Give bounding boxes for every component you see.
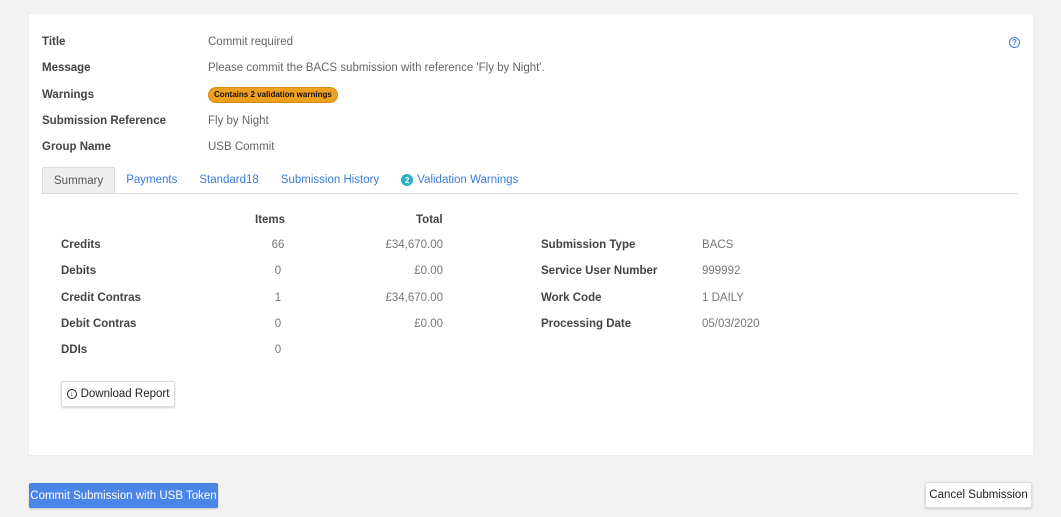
- submission-reference-value: Fly by Night: [208, 115, 269, 127]
- detail-row-message: Message Please commit the BACS submissio…: [42, 60, 545, 76]
- tab-validation-warnings-label: Validation Warnings: [417, 174, 519, 186]
- commit-submission-usb-button[interactable]: Commit Submission with USB Token: [29, 483, 218, 508]
- validation-warnings-count-badge: 2: [401, 174, 414, 186]
- tab-validation-warnings[interactable]: 2 Validation Warnings: [390, 167, 529, 193]
- group-name-value: USB Commit: [208, 141, 275, 153]
- credits-items: 66: [271, 239, 285, 251]
- title-value: Commit required: [208, 36, 293, 48]
- processing-date-label: Processing Date: [541, 318, 632, 330]
- submission-type-value: BACS: [702, 239, 734, 251]
- service-user-number-value: 999992: [702, 265, 741, 277]
- download-report-button[interactable]: ↓ Download Report: [61, 381, 175, 407]
- commit-submission-label: Commit Submission with USB Token: [30, 489, 217, 502]
- submission-tabs: Summary Payments Standard18 Submission H…: [42, 167, 1019, 194]
- message-label: Message: [42, 62, 91, 74]
- cancel-submission-button[interactable]: Cancel Submission: [925, 482, 1032, 508]
- warnings-label: Warnings: [42, 89, 94, 101]
- work-code-label: Work Code: [541, 292, 602, 304]
- submission-card: ? Title Commit required Message Please c…: [29, 14, 1033, 455]
- detail-row-group: Group Name USB Commit: [42, 139, 274, 155]
- debit-contras-label: Debit Contras: [61, 318, 137, 330]
- detail-row-reference: Submission Reference Fly by Night: [42, 113, 269, 129]
- tab-submission-history[interactable]: Submission History: [270, 167, 390, 193]
- tab-standard18[interactable]: Standard18: [188, 167, 269, 193]
- tab-payments[interactable]: Payments: [115, 167, 188, 193]
- credit-contras-total: £34,670.00: [385, 292, 443, 304]
- group-name-label: Group Name: [42, 141, 112, 153]
- debits-items: 0: [274, 265, 282, 277]
- total-column-header: Total: [416, 214, 443, 226]
- question-circle-icon[interactable]: ?: [1009, 37, 1020, 48]
- ddis-items: 0: [274, 344, 282, 356]
- title-label: Title: [42, 36, 66, 48]
- tab-summary-label: Summary: [54, 174, 104, 187]
- work-code-value: 1 DAILY: [702, 292, 744, 304]
- cancel-submission-label: Cancel Submission: [929, 489, 1028, 501]
- submission-type-label: Submission Type: [541, 239, 636, 251]
- download-report-label: Download Report: [80, 388, 170, 400]
- debits-label: Debits: [61, 265, 97, 277]
- processing-date-value: 05/03/2020: [702, 318, 760, 330]
- items-column-header: Items: [255, 214, 286, 226]
- tab-submission-history-label: Submission History: [280, 174, 380, 186]
- debit-contras-items: 0: [274, 318, 282, 330]
- tab-summary[interactable]: Summary: [42, 167, 116, 193]
- validation-warnings-badge: Contains 2 validation warnings: [208, 87, 338, 103]
- debits-total: £0.00: [414, 265, 443, 277]
- service-user-number-label: Service User Number: [541, 265, 658, 277]
- download-circle-icon: ↓: [66, 389, 77, 399]
- ddis-label: DDIs: [61, 344, 88, 356]
- debit-contras-total: £0.00: [414, 318, 443, 330]
- submission-reference-label: Submission Reference: [42, 115, 166, 127]
- credit-contras-items: 1: [274, 292, 282, 304]
- detail-row-warnings: Warnings Contains 2 validation warnings: [42, 87, 338, 103]
- credits-label: Credits: [61, 239, 101, 251]
- message-value: Please commit the BACS submission with r…: [208, 62, 545, 74]
- credit-contras-label: Credit Contras: [61, 292, 141, 304]
- credits-total: £34,670.00: [385, 239, 443, 251]
- detail-row-title: Title Commit required: [42, 34, 293, 50]
- tab-standard18-label: Standard18: [199, 174, 259, 186]
- tab-payments-label: Payments: [126, 174, 178, 186]
